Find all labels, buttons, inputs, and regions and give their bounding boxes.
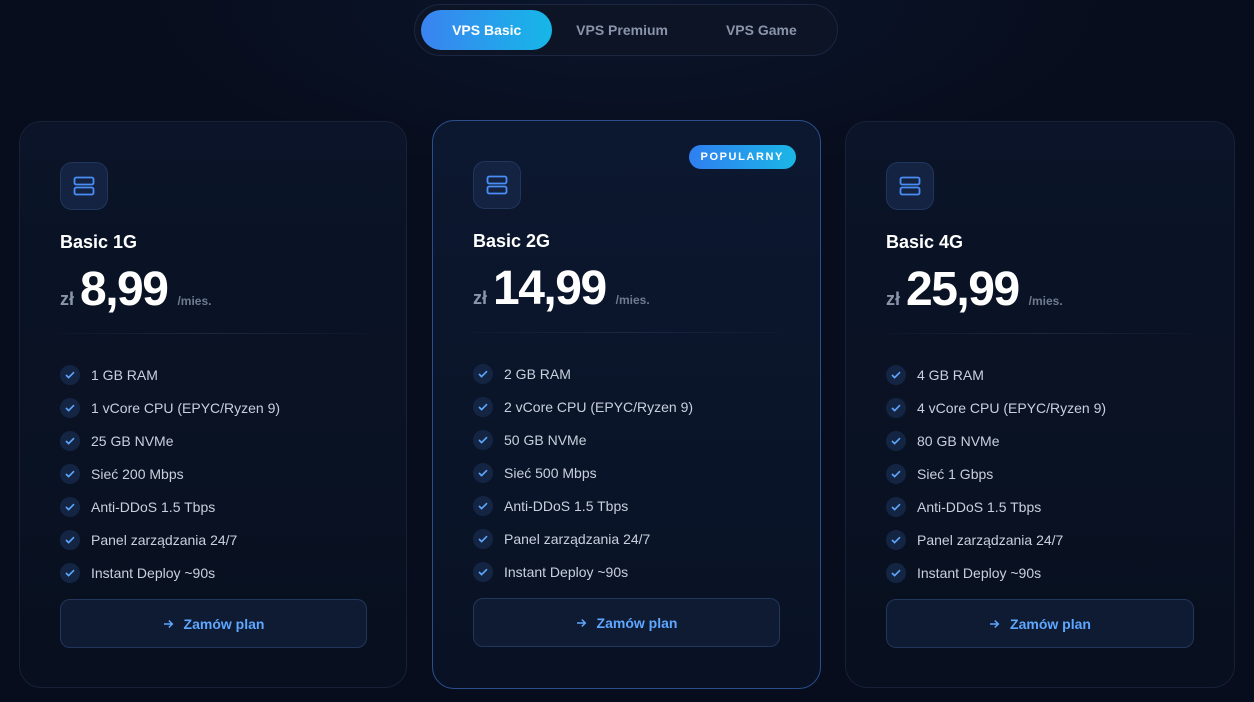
feature-item: 4 GB RAM bbox=[886, 358, 1106, 391]
arrow-right-icon bbox=[163, 619, 174, 629]
tab-vps-basic[interactable]: VPS Basic bbox=[421, 10, 553, 50]
order-plan-label: Zamów plan bbox=[596, 614, 678, 631]
price: zł 25,99 /mies. bbox=[886, 262, 1063, 318]
currency: zł bbox=[473, 288, 488, 308]
feature-item: 80 GB NVMe bbox=[886, 424, 1106, 457]
plan-name: Basic 2G bbox=[473, 231, 551, 251]
feature-item: Panel zarządzania 24/7 bbox=[60, 523, 280, 556]
feature-list: 2 GB RAM 2 vCore CPU (EPYC/Ryzen 9) 50 G… bbox=[473, 357, 693, 588]
check-icon bbox=[60, 463, 80, 484]
divider bbox=[886, 333, 1194, 334]
server-icon bbox=[886, 162, 934, 210]
check-icon bbox=[60, 397, 80, 418]
divider bbox=[473, 332, 780, 333]
check-icon bbox=[473, 462, 493, 483]
feature-item: Instant Deploy ~90s bbox=[60, 556, 280, 589]
order-plan-button[interactable]: Zamów plan bbox=[886, 599, 1194, 648]
feature-item: Instant Deploy ~90s bbox=[886, 556, 1106, 589]
feature-item: Sieć 1 Gbps bbox=[886, 457, 1106, 490]
tab-vps-game[interactable]: VPS Game bbox=[692, 10, 831, 50]
feature-item: 25 GB NVMe bbox=[60, 424, 280, 457]
check-icon bbox=[60, 562, 80, 583]
feature-item: 1 vCore CPU (EPYC/Ryzen 9) bbox=[60, 391, 280, 424]
feature-item: Sieć 200 Mbps bbox=[60, 457, 280, 490]
order-plan-button[interactable]: Zamów plan bbox=[473, 598, 780, 647]
plan-card-basic-4g: Basic 4G zł 25,99 /mies. 4 GB RAM 4 vCor… bbox=[845, 121, 1235, 688]
divider bbox=[60, 333, 366, 334]
price-amount: 25,99 bbox=[906, 263, 1020, 316]
feature-item: Sieć 500 Mbps bbox=[473, 456, 693, 489]
feature-item: Panel zarządzania 24/7 bbox=[886, 523, 1106, 556]
feature-list: 4 GB RAM 4 vCore CPU (EPYC/Ryzen 9) 80 G… bbox=[886, 358, 1106, 589]
check-icon bbox=[886, 562, 906, 583]
check-icon bbox=[886, 430, 906, 451]
feature-item: 1 GB RAM bbox=[60, 358, 280, 391]
plan-card-basic-1g: Basic 1G zł 8,99 /mies. 1 GB RAM 1 vCore… bbox=[19, 121, 407, 688]
plan-type-tabs: VPS Basic VPS Premium VPS Game bbox=[414, 4, 838, 56]
check-icon bbox=[60, 430, 80, 451]
check-icon bbox=[473, 528, 493, 549]
check-icon bbox=[473, 561, 493, 582]
check-icon bbox=[473, 429, 493, 450]
check-icon bbox=[473, 495, 493, 516]
feature-item: Instant Deploy ~90s bbox=[473, 555, 693, 588]
feature-item: 50 GB NVMe bbox=[473, 423, 693, 456]
feature-item: 4 vCore CPU (EPYC/Ryzen 9) bbox=[886, 391, 1106, 424]
check-icon bbox=[60, 529, 80, 550]
price-amount: 14,99 bbox=[493, 262, 607, 315]
plan-name: Basic 4G bbox=[886, 232, 964, 252]
price-amount: 8,99 bbox=[80, 263, 169, 316]
feature-item: Anti-DDoS 1.5 Tbps bbox=[60, 490, 280, 523]
check-icon bbox=[886, 496, 906, 517]
check-icon bbox=[886, 364, 906, 385]
tab-vps-premium[interactable]: VPS Premium bbox=[552, 10, 691, 50]
feature-item: Anti-DDoS 1.5 Tbps bbox=[886, 490, 1106, 523]
order-plan-label: Zamów plan bbox=[1010, 615, 1091, 632]
feature-item: Panel zarządzania 24/7 bbox=[473, 522, 693, 555]
check-icon bbox=[886, 397, 906, 418]
feature-list: 1 GB RAM 1 vCore CPU (EPYC/Ryzen 9) 25 G… bbox=[60, 358, 280, 589]
popular-badge: POPULARNY bbox=[688, 145, 796, 169]
feature-item: 2 GB RAM bbox=[473, 357, 693, 390]
price-period: /mies. bbox=[1028, 294, 1063, 308]
check-icon bbox=[886, 463, 906, 484]
order-plan-button[interactable]: Zamów plan bbox=[60, 599, 367, 648]
currency: zł bbox=[886, 289, 901, 309]
server-icon bbox=[60, 162, 108, 210]
arrow-right-icon bbox=[989, 619, 1000, 629]
price: zł 14,99 /mies. bbox=[473, 261, 650, 317]
check-icon bbox=[473, 363, 493, 384]
order-plan-label: Zamów plan bbox=[183, 615, 265, 632]
check-icon bbox=[886, 529, 906, 550]
currency: zł bbox=[60, 289, 75, 309]
plan-card-basic-2g: POPULARNY Basic 2G zł 14,99 /mies. 2 GB … bbox=[432, 120, 821, 689]
check-icon bbox=[60, 364, 80, 385]
price: zł 8,99 /mies. bbox=[60, 262, 211, 318]
server-icon bbox=[473, 161, 521, 209]
price-period: /mies. bbox=[615, 293, 650, 307]
price-period: /mies. bbox=[177, 294, 212, 308]
feature-item: Anti-DDoS 1.5 Tbps bbox=[473, 489, 693, 522]
check-icon bbox=[473, 396, 493, 417]
arrow-right-icon bbox=[576, 618, 587, 628]
plan-name: Basic 1G bbox=[60, 232, 138, 252]
feature-item: 2 vCore CPU (EPYC/Ryzen 9) bbox=[473, 390, 693, 423]
check-icon bbox=[60, 496, 80, 517]
